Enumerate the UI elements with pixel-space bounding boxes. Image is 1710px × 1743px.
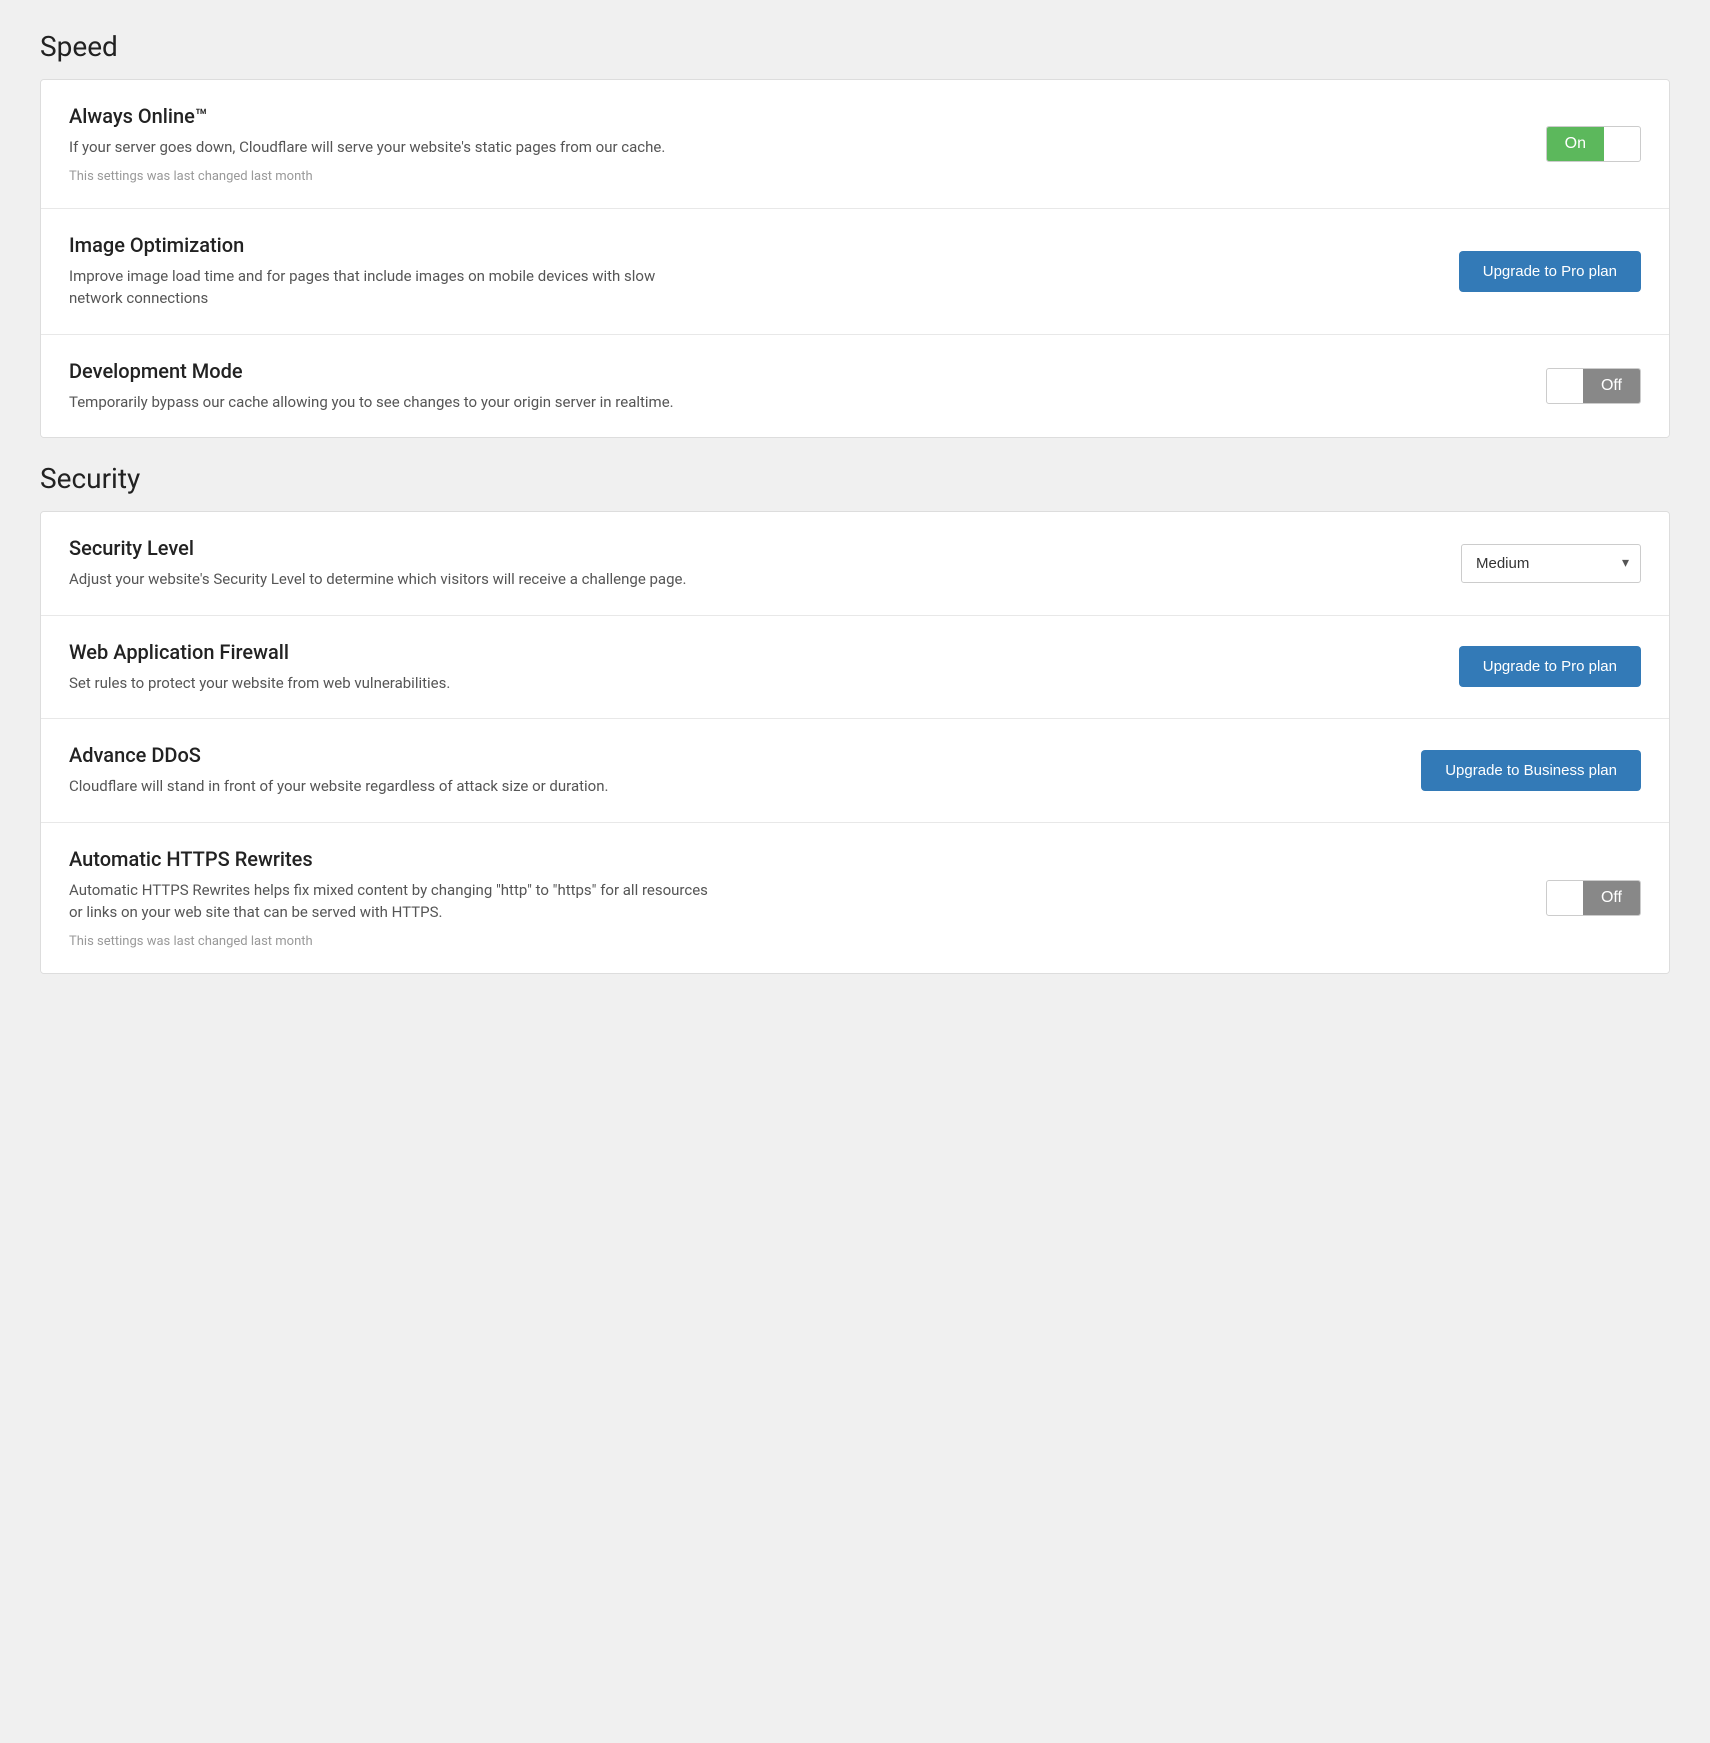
waf-desc: Set rules to protect your website from w… (69, 672, 709, 695)
development-mode-desc: Temporarily bypass our cache allowing yo… (69, 391, 709, 414)
security-level-select[interactable]: Essentially Off Low Medium High I'm Unde… (1461, 544, 1641, 583)
speed-title: Speed (40, 30, 1670, 63)
https-rewrites-info: Automatic HTTPS Rewrites Automatic HTTPS… (69, 847, 1421, 949)
speed-section: Speed Always Online™ If your server goes… (40, 30, 1670, 438)
security-level-select-wrapper: Essentially Off Low Medium High I'm Unde… (1461, 544, 1641, 583)
security-level-control: Essentially Off Low Medium High I'm Unde… (1421, 544, 1641, 583)
image-optimization-row: Image Optimization Improve image load ti… (41, 209, 1669, 335)
image-optimization-upgrade-button[interactable]: Upgrade to Pro plan (1459, 251, 1641, 292)
development-mode-row: Development Mode Temporarily bypass our … (41, 335, 1669, 438)
waf-info: Web Application Firewall Set rules to pr… (69, 640, 1421, 695)
always-online-name: Always Online™ (69, 104, 1421, 128)
security-section: Security Security Level Adjust your webs… (40, 462, 1670, 974)
toggle-off-button-https[interactable]: Off (1583, 881, 1640, 915)
https-rewrites-name: Automatic HTTPS Rewrites (69, 847, 1421, 871)
ddos-desc: Cloudflare will stand in front of your w… (69, 775, 709, 798)
security-level-desc: Adjust your website's Security Level to … (69, 568, 709, 591)
toggle-off-button[interactable]: Off (1583, 369, 1640, 403)
https-rewrites-desc: Automatic HTTPS Rewrites helps fix mixed… (69, 879, 709, 924)
development-mode-control: Off (1421, 368, 1641, 404)
image-optimization-name: Image Optimization (69, 233, 1421, 257)
image-optimization-control: Upgrade to Pro plan (1421, 251, 1641, 292)
always-online-toggle[interactable]: On (1546, 126, 1641, 162)
toggle-on-inactive (1547, 378, 1583, 394)
ddos-name: Advance DDoS (69, 743, 1421, 767)
waf-control: Upgrade to Pro plan (1421, 646, 1641, 687)
always-online-control: On (1421, 126, 1641, 162)
security-level-row: Security Level Adjust your website's Sec… (41, 512, 1669, 616)
always-online-info: Always Online™ If your server goes down,… (69, 104, 1421, 184)
toggle-on-inactive-https (1547, 890, 1583, 906)
security-title: Security (40, 462, 1670, 495)
https-rewrites-control: Off (1421, 880, 1641, 916)
https-rewrites-toggle[interactable]: Off (1546, 880, 1641, 916)
development-mode-toggle[interactable]: Off (1546, 368, 1641, 404)
always-online-row: Always Online™ If your server goes down,… (41, 80, 1669, 209)
toggle-on-button[interactable]: On (1547, 127, 1604, 161)
waf-row: Web Application Firewall Set rules to pr… (41, 616, 1669, 720)
waf-name: Web Application Firewall (69, 640, 1421, 664)
security-settings-container: Security Level Adjust your website's Sec… (40, 511, 1670, 974)
always-online-desc: If your server goes down, Cloudflare wil… (69, 136, 709, 159)
ddos-row: Advance DDoS Cloudflare will stand in fr… (41, 719, 1669, 823)
image-optimization-desc: Improve image load time and for pages th… (69, 265, 709, 310)
image-optimization-info: Image Optimization Improve image load ti… (69, 233, 1421, 310)
security-level-info: Security Level Adjust your website's Sec… (69, 536, 1421, 591)
toggle-off-inactive (1604, 136, 1640, 152)
ddos-upgrade-button[interactable]: Upgrade to Business plan (1421, 750, 1641, 791)
https-rewrites-row: Automatic HTTPS Rewrites Automatic HTTPS… (41, 823, 1669, 973)
development-mode-info: Development Mode Temporarily bypass our … (69, 359, 1421, 414)
waf-upgrade-button[interactable]: Upgrade to Pro plan (1459, 646, 1641, 687)
ddos-control: Upgrade to Business plan (1421, 750, 1641, 791)
speed-settings-container: Always Online™ If your server goes down,… (40, 79, 1670, 438)
always-online-meta: This settings was last changed last mont… (69, 169, 1421, 184)
security-level-name: Security Level (69, 536, 1421, 560)
ddos-info: Advance DDoS Cloudflare will stand in fr… (69, 743, 1421, 798)
development-mode-name: Development Mode (69, 359, 1421, 383)
https-rewrites-meta: This settings was last changed last mont… (69, 934, 1421, 949)
